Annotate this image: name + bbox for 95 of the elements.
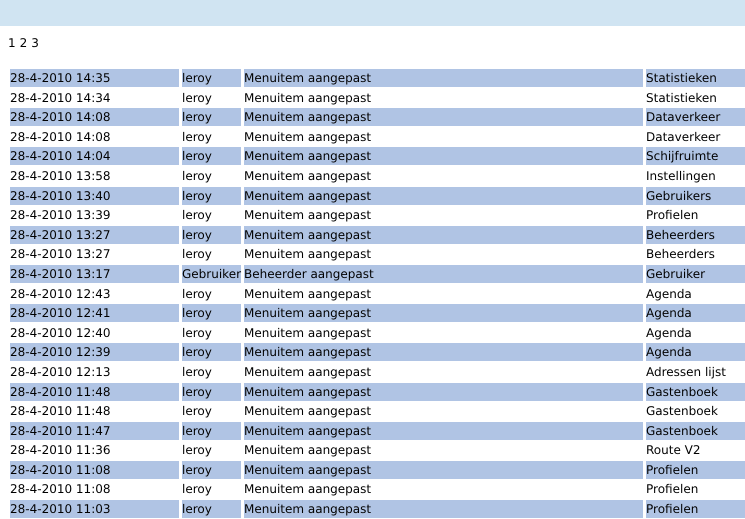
item-cell-text: Profielen bbox=[646, 207, 700, 224]
item-cell-text: Statistieken bbox=[646, 90, 718, 107]
user-cell: leroy bbox=[182, 304, 241, 322]
action-cell-text: Menuitem aangepast bbox=[244, 128, 372, 146]
item-cell: Beheerders bbox=[646, 226, 745, 244]
date-cell-text: 28-4-2010 12:43 bbox=[10, 286, 112, 303]
action-cell: Menuitem aangepast bbox=[244, 186, 643, 205]
date-cell: 28-4-2010 11:47 bbox=[10, 422, 179, 440]
action-cell-text: Menuitem aangepast bbox=[244, 481, 372, 498]
date-cell-text: 28-4-2010 14:08 bbox=[10, 128, 112, 146]
date-cell-text: 28-4-2010 11:36 bbox=[10, 442, 112, 460]
date-cell-text: 28-4-2010 11:08 bbox=[10, 481, 112, 498]
user-cell: leroy bbox=[182, 343, 241, 362]
user-cell: leroy bbox=[182, 500, 241, 518]
user-cell: leroy bbox=[182, 147, 241, 166]
item-cell: Gebruiker bbox=[646, 264, 745, 283]
action-cell-text: Menuitem aangepast bbox=[244, 207, 372, 224]
item-cell: Gastenboek bbox=[646, 422, 745, 440]
item-cell: Gastenboek bbox=[646, 382, 745, 400]
date-cell-text: 28-4-2010 13:39 bbox=[10, 207, 112, 224]
item-cell: Statistieken bbox=[646, 69, 745, 87]
date-cell: 28-4-2010 11:03 bbox=[10, 500, 179, 518]
item-cell: Profielen bbox=[646, 460, 745, 479]
date-cell: 28-4-2010 13:17 bbox=[10, 264, 179, 283]
action-cell: Menuitem aangepast bbox=[244, 69, 643, 87]
user-cell: leroy bbox=[182, 422, 241, 440]
item-cell: Gebruikers bbox=[646, 186, 745, 205]
action-cell-text: Menuitem aangepast bbox=[244, 90, 372, 107]
date-cell: 28-4-2010 12:39 bbox=[10, 343, 179, 362]
action-cell: Menuitem aangepast bbox=[244, 147, 643, 166]
date-cell: 28-4-2010 11:48 bbox=[10, 382, 179, 400]
user-cell-text: leroy bbox=[182, 324, 213, 342]
action-cell: Menuitem aangepast bbox=[244, 108, 643, 126]
action-cell-text: Menuitem aangepast bbox=[244, 246, 372, 264]
user-cell-text: leroy bbox=[182, 246, 213, 264]
item-cell: Dataverkeer bbox=[646, 108, 745, 126]
item-cell-text: Agenda bbox=[646, 324, 693, 342]
item-cell-text: Beheerders bbox=[646, 246, 716, 264]
user-cell-text: leroy bbox=[182, 442, 213, 460]
user-cell-text: leroy bbox=[182, 286, 213, 303]
page-link[interactable]: 3 bbox=[31, 36, 39, 59]
user-cell-text: leroy bbox=[182, 364, 213, 381]
date-cell-text: 28-4-2010 13:27 bbox=[10, 246, 112, 264]
date-cell: 28-4-2010 14:08 bbox=[10, 108, 179, 126]
page-link[interactable]: 2 bbox=[20, 36, 28, 59]
action-cell: Menuitem aangepast bbox=[244, 304, 643, 322]
item-cell: Profielen bbox=[646, 500, 745, 518]
date-cell-text: 28-4-2010 14:34 bbox=[10, 90, 112, 107]
date-cell-text: 28-4-2010 12:13 bbox=[10, 364, 112, 381]
page-link[interactable]: 1 bbox=[8, 36, 16, 59]
action-cell-text: Menuitem aangepast bbox=[244, 364, 372, 381]
user-cell: leroy bbox=[182, 226, 241, 244]
item-cell-text: Route V2 bbox=[646, 442, 702, 460]
date-cell-text: 28-4-2010 12:40 bbox=[10, 324, 112, 342]
date-cell: 28-4-2010 13:27 bbox=[10, 226, 179, 244]
date-cell: 28-4-2010 14:35 bbox=[10, 69, 179, 87]
action-cell: Menuitem aangepast bbox=[244, 343, 643, 362]
date-cell: 28-4-2010 14:04 bbox=[10, 147, 179, 166]
action-cell-text: Menuitem aangepast bbox=[244, 442, 372, 460]
user-cell: Gebruiker bbox=[182, 264, 241, 283]
user-cell: leroy bbox=[182, 460, 241, 479]
user-cell: leroy bbox=[182, 382, 241, 400]
date-cell-text: 28-4-2010 11:48 bbox=[10, 403, 112, 420]
action-cell: Menuitem aangepast bbox=[244, 382, 643, 400]
item-cell-text: Instellingen bbox=[646, 168, 717, 185]
action-cell: Menuitem aangepast bbox=[244, 226, 643, 244]
action-cell: Menuitem aangepast bbox=[244, 422, 643, 440]
item-cell: Schijfruimte bbox=[646, 147, 745, 166]
item-cell-text: Adressen lijst bbox=[646, 364, 727, 381]
action-cell: Menuitem aangepast bbox=[244, 460, 643, 479]
date-cell: 28-4-2010 12:41 bbox=[10, 304, 179, 322]
action-cell: Beheerder aangepast bbox=[244, 264, 643, 283]
item-cell-text: Gastenboek bbox=[646, 403, 719, 420]
user-cell-text: leroy bbox=[182, 207, 213, 224]
user-cell: leroy bbox=[182, 108, 241, 126]
user-cell-text: leroy bbox=[182, 403, 213, 420]
action-cell-text: Menuitem aangepast bbox=[244, 286, 372, 303]
date-cell: 28-4-2010 11:08 bbox=[10, 460, 179, 479]
action-cell-text: Menuitem aangepast bbox=[244, 168, 372, 185]
action-cell-text: Menuitem aangepast bbox=[244, 403, 372, 420]
item-cell-text: Profielen bbox=[646, 481, 700, 498]
user-cell-text: leroy bbox=[182, 481, 213, 498]
action-cell-text: Menuitem aangepast bbox=[244, 324, 372, 342]
date-cell: 28-4-2010 13:40 bbox=[10, 186, 179, 205]
user-cell: leroy bbox=[182, 69, 241, 87]
user-cell-text: leroy bbox=[182, 90, 213, 107]
action-cell: Menuitem aangepast bbox=[244, 500, 643, 518]
item-cell: Agenda bbox=[646, 304, 745, 322]
date-cell-text: 28-4-2010 13:58 bbox=[10, 168, 112, 185]
item-cell-text: Agenda bbox=[646, 286, 693, 303]
item-cell: Agenda bbox=[646, 343, 745, 362]
user-cell-text: leroy bbox=[182, 128, 213, 146]
item-cell-text: Dataverkeer bbox=[646, 128, 722, 146]
user-cell-text: leroy bbox=[182, 168, 213, 185]
user-cell: leroy bbox=[182, 186, 241, 205]
